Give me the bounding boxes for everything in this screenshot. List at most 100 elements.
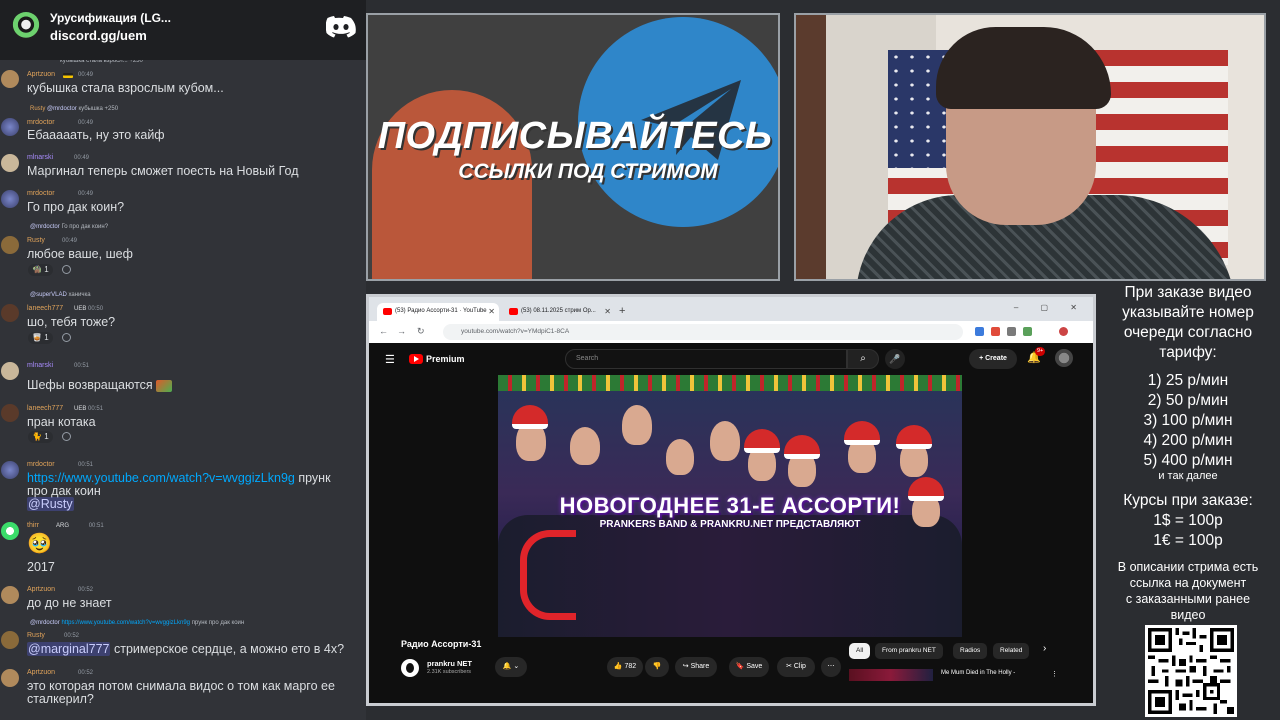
timestamp: 00:51 (74, 363, 90, 369)
avatar (1, 522, 19, 540)
video-face (570, 427, 600, 465)
close-tab-icon[interactable]: ✕ (488, 307, 495, 316)
dislike-button[interactable]: 👎 (645, 657, 669, 677)
reply-mention: @mrdoctor (30, 620, 60, 626)
browser-tab-bar: (53) Радио Ассорти-31 · YouTube ✕ (53) 0… (369, 297, 1093, 321)
search-icon[interactable]: ⌕ (847, 349, 879, 369)
channel-name[interactable]: prankru NET (427, 659, 472, 668)
add-reaction-icon[interactable] (62, 333, 71, 342)
chip-radios[interactable]: Radios (953, 643, 988, 659)
more-actions-icon[interactable]: ⋯ (821, 657, 841, 677)
note-line: В описании стрима есть (1117, 560, 1259, 574)
reply-mention: @superVLAD (30, 292, 67, 298)
reply-preview: @mrdoctor https://www.youtube.com/watch?… (30, 620, 244, 626)
add-reaction-icon[interactable] (62, 432, 71, 441)
reaction-count: 1 (44, 265, 49, 274)
avatar (1, 404, 19, 422)
timestamp: 00:49 (62, 238, 78, 244)
tariff-line: 3) 100 р/мин (1143, 412, 1233, 429)
username: Aprtzuon (27, 669, 56, 676)
profile-icon[interactable] (1059, 327, 1068, 336)
microphone-icon[interactable]: 🎤 (885, 349, 905, 369)
chat-message: mrdoctor 00:49 Го про дак коин? (0, 188, 366, 218)
browser-tab[interactable]: (53) 08.11.2025 стрим Ор... ✕ (503, 303, 615, 321)
server-name: Урусификация (LG... (50, 11, 171, 25)
info-heading-line: тарифу: (1159, 344, 1217, 361)
recommended-title[interactable]: Me Mum Died in The Holly - (941, 670, 1015, 676)
account-avatar[interactable] (1055, 349, 1073, 367)
browser-tab-active[interactable]: (53) Радио Ассорти-31 · YouTube ✕ (377, 303, 499, 321)
video-player[interactable]: НОВОГОДНЕЕ 31-Е АССОРТИ! PRANKERS BAND &… (498, 375, 962, 637)
role-tag: UEB (74, 306, 87, 312)
url-bar[interactable]: youtube.com/watch?v=YMdpiC1-8CA (443, 324, 963, 340)
chevron-right-icon[interactable]: › (1043, 643, 1046, 654)
window-controls-icon[interactable]: – ▢ ✕ (1014, 303, 1087, 312)
username: mrdoctor (27, 119, 55, 126)
reload-icon[interactable]: ↻ (417, 326, 425, 337)
like-button[interactable]: 👍 782 (607, 657, 643, 677)
avatar (1, 586, 19, 604)
clip-button[interactable]: ✂ Clip (777, 657, 815, 677)
timestamp: 00:49 (78, 120, 94, 126)
server-icon (12, 12, 40, 40)
user-mention[interactable]: @marginal777 (27, 642, 111, 656)
streamer-hair (936, 27, 1111, 109)
new-tab-icon[interactable]: + (619, 305, 625, 317)
reply-preview: @superVLAD ханичка (30, 292, 91, 298)
youtube-link[interactable]: https://www.youtube.com/watch?v=wvggizLk… (27, 471, 295, 485)
reaction[interactable]: 🧌 1 (28, 264, 53, 276)
youtube-page: ☰ Premium Search ⌕ 🎤 + Create 🔔 9+ НОВОГ… (369, 343, 1093, 703)
youtube-brand[interactable]: Premium (426, 354, 465, 364)
username: laneech777 (27, 305, 64, 312)
back-icon[interactable]: ← (379, 326, 388, 336)
timestamp: 00:52 (78, 587, 94, 593)
discord-header: Урусификация (LG... discord.gg/uem (0, 0, 366, 60)
message-text: любое ваше, шеф (27, 247, 133, 261)
tab-label: (53) Радио Ассорти-31 · YouTube (395, 308, 487, 314)
reaction[interactable]: 🥃 1 (28, 332, 53, 344)
extension-icon[interactable] (991, 327, 1000, 336)
chat-message: @superVLAD ханичка laneech777 UEB 00:50 … (0, 290, 366, 346)
chat-message: laneech777 UEB 00:51 пран котака 🐈 1 (0, 400, 366, 448)
timestamp: 00:51 (78, 462, 94, 468)
more-options-icon[interactable]: ⋮ (1051, 670, 1058, 678)
share-button[interactable]: ↪ Share (675, 657, 717, 677)
tariff-etc: и так далее (1158, 470, 1218, 482)
close-tab-icon[interactable]: ✕ (604, 307, 611, 316)
message-text: Ебааааать, ну это кайф (27, 128, 165, 142)
christmas-garland (498, 375, 962, 391)
chip-all[interactable]: All (849, 643, 871, 659)
santa-hat-icon (512, 405, 548, 429)
avatar (1, 190, 19, 208)
search-input[interactable]: Search (565, 349, 847, 369)
add-reaction-icon[interactable] (62, 265, 71, 274)
discord-logo-icon (326, 16, 356, 38)
extension-icon[interactable] (1007, 327, 1016, 336)
forward-icon[interactable]: → (397, 326, 406, 336)
user-mention[interactable]: @Rusty (27, 497, 74, 511)
timestamp: UEB 00:50 (74, 306, 103, 312)
telephone-handset-icon (520, 530, 576, 620)
qr-code-icon (1148, 628, 1234, 714)
chip-from-channel[interactable]: From prankru NET (875, 643, 943, 659)
extension-icon[interactable] (975, 327, 984, 336)
create-button[interactable]: + Create (969, 349, 1017, 369)
timestamp: 00:49 (78, 191, 94, 197)
username: Aprtzuon (27, 586, 56, 593)
recommended-thumbnail[interactable] (849, 669, 933, 681)
extension-icon[interactable] (1023, 327, 1032, 336)
message-text: до до не знает (27, 596, 112, 610)
tariff-line: 4) 200 р/мин (1143, 432, 1233, 449)
reaction-count: 1 (44, 432, 49, 441)
tariff-line: 2) 50 р/мин (1147, 392, 1229, 409)
role-tag: ARG (56, 523, 70, 529)
reply-preview: @mrdoctor Го про дак коин? (30, 224, 108, 230)
mention-line: @Rusty (27, 497, 74, 511)
save-button[interactable]: 🔖 Save (729, 657, 769, 677)
browser-window: (53) Радио Ассорти-31 · YouTube ✕ (53) 0… (366, 294, 1096, 706)
hamburger-menu-icon[interactable]: ☰ (385, 353, 395, 366)
reaction[interactable]: 🐈 1 (28, 431, 53, 443)
subscribed-bell-button[interactable]: 🔔 ⌄ (495, 657, 527, 677)
qr-code[interactable] (1145, 625, 1237, 717)
chip-related[interactable]: Related (993, 643, 1030, 659)
